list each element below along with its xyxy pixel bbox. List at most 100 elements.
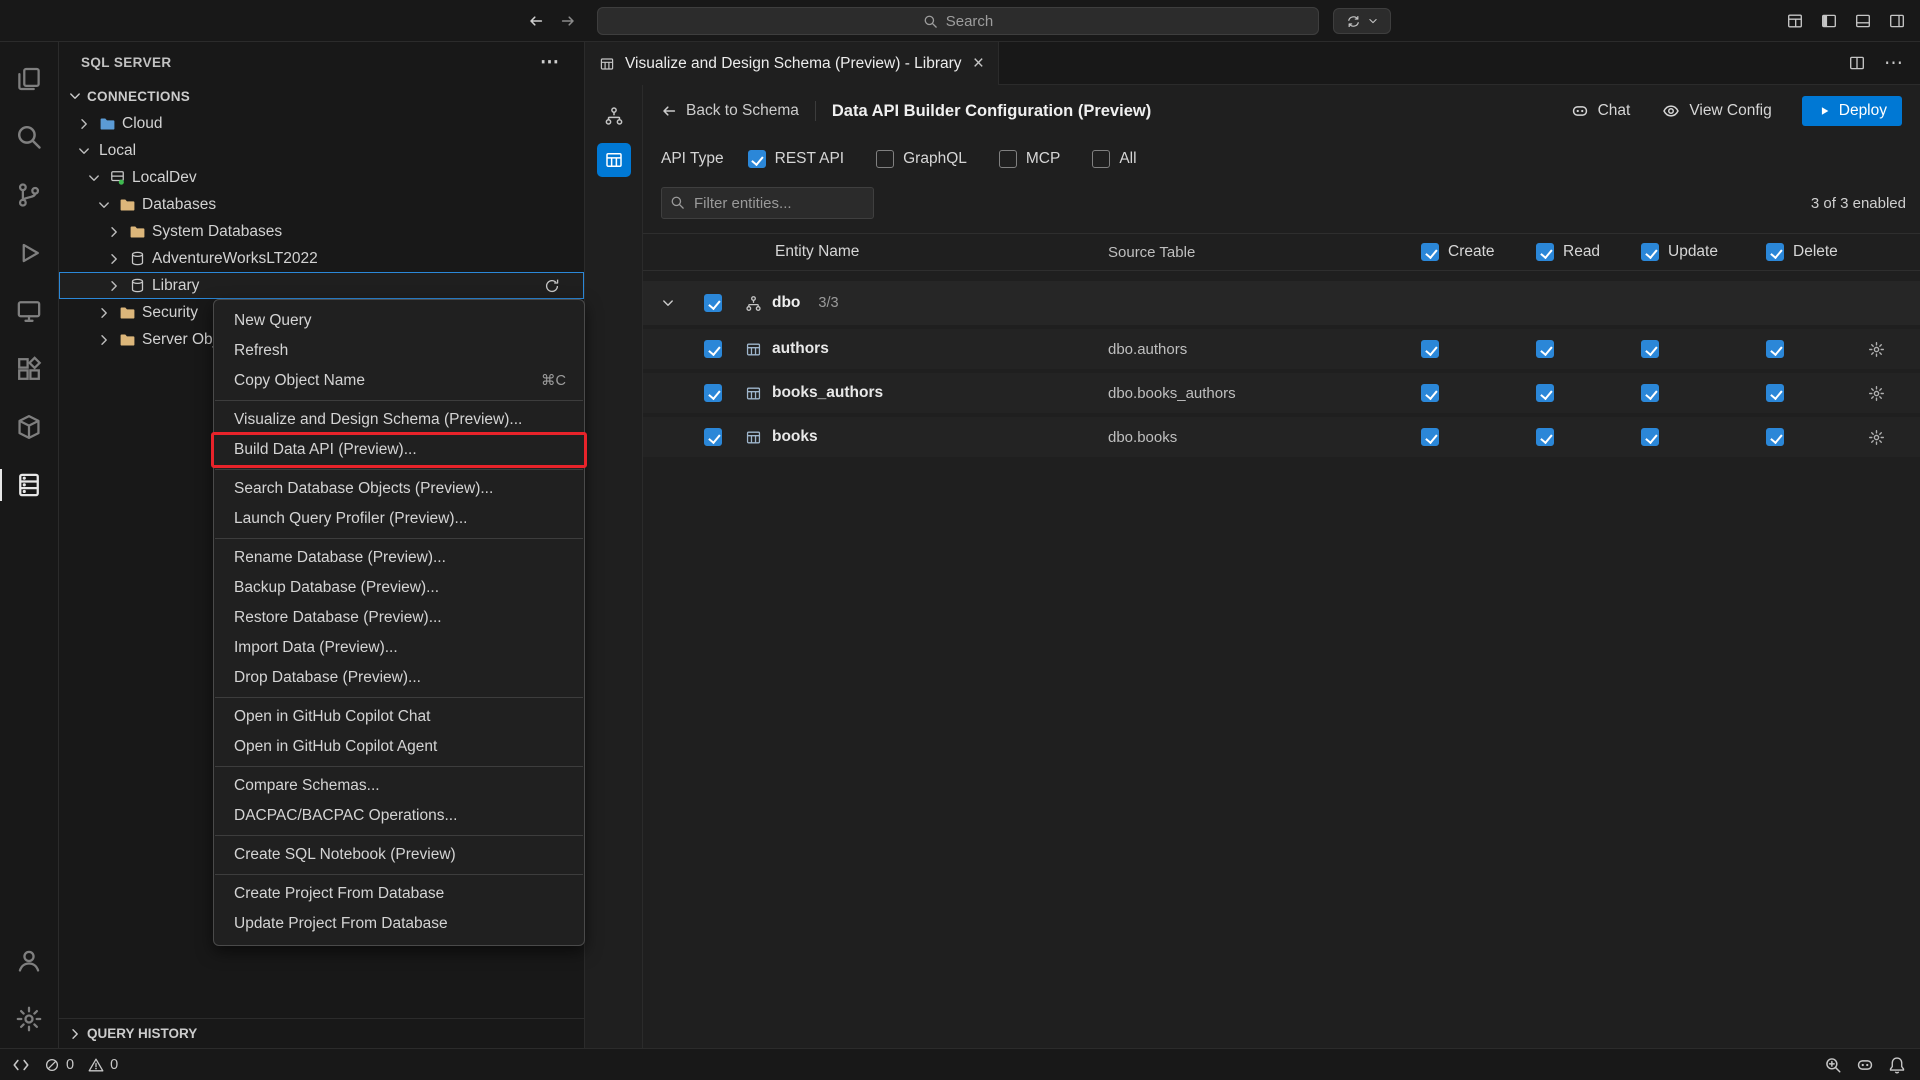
connections-section-header[interactable]: CONNECTIONS	[59, 82, 584, 110]
chevron-down-icon[interactable]	[643, 295, 692, 311]
editor-more-actions[interactable]: ⋯	[1884, 52, 1904, 75]
menu-item-import-data[interactable]: Import Data (Preview)...	[214, 633, 584, 663]
group-checkbox[interactable]	[704, 294, 722, 312]
menu-item-open-copilot-agent[interactable]: Open in GitHub Copilot Agent	[214, 732, 584, 762]
create-checkbox[interactable]	[1421, 384, 1439, 402]
copilot-agent-button[interactable]	[1333, 8, 1391, 34]
remote-indicator-icon[interactable]	[12, 1056, 30, 1074]
database-projects-icon[interactable]	[0, 398, 59, 456]
toggle-panel-icon[interactable]	[1854, 12, 1872, 30]
entity-row-books[interactable]: books dbo.books	[643, 417, 1920, 457]
tree-item-localdev[interactable]: LocalDev	[59, 164, 584, 191]
create-checkbox[interactable]	[1421, 340, 1439, 358]
api-type-rest-checkbox[interactable]: REST API	[748, 150, 845, 168]
menu-item-open-copilot-chat[interactable]: Open in GitHub Copilot Chat	[214, 702, 584, 732]
copilot-status-icon[interactable]	[1856, 1056, 1874, 1074]
menu-item-dacpac-bacpac-operations[interactable]: DACPAC/BACPAC Operations...	[214, 801, 584, 831]
menu-item-create-project-from-database[interactable]: Create Project From Database	[214, 879, 584, 909]
api-type-graphql-checkbox[interactable]: GraphQL	[876, 150, 967, 168]
close-tab-icon[interactable]: ×	[973, 54, 984, 73]
checkbox[interactable]	[748, 150, 766, 168]
api-type-mcp-checkbox[interactable]: MCP	[999, 150, 1060, 168]
schema-diagram-view-button[interactable]	[597, 99, 631, 133]
menu-item-refresh[interactable]: Refresh	[214, 336, 584, 366]
chevron-right-icon[interactable]	[95, 305, 113, 321]
row-settings-gear-icon[interactable]	[1860, 429, 1920, 446]
notifications-bell-icon[interactable]	[1888, 1056, 1906, 1074]
menu-item-launch-query-profiler[interactable]: Launch Query Profiler (Preview)...	[214, 504, 584, 534]
api-type-all-checkbox[interactable]: All	[1092, 150, 1136, 168]
menu-item-copy-object-name[interactable]: Copy Object Name ⌘C	[214, 366, 584, 396]
delete-checkbox[interactable]	[1766, 384, 1784, 402]
tab-visualize-design-schema[interactable]: Visualize and Design Schema (Preview) - …	[585, 42, 999, 85]
menu-item-create-sql-notebook[interactable]: Create SQL Notebook (Preview)	[214, 840, 584, 870]
update-checkbox[interactable]	[1641, 384, 1659, 402]
read-checkbox[interactable]	[1536, 340, 1554, 358]
toggle-secondary-sidebar-icon[interactable]	[1888, 12, 1906, 30]
delete-all-checkbox[interactable]	[1766, 243, 1784, 261]
menu-item-restore-database[interactable]: Restore Database (Preview)...	[214, 603, 584, 633]
account-icon[interactable]	[0, 932, 59, 990]
filter-entities-input[interactable]	[661, 187, 874, 219]
chevron-right-icon[interactable]	[95, 332, 113, 348]
delete-checkbox[interactable]	[1766, 340, 1784, 358]
extensions-icon[interactable]	[0, 340, 59, 398]
tree-item-adventureworkslt2022[interactable]: AdventureWorksLT2022	[59, 245, 584, 272]
menu-item-rename-database[interactable]: Rename Database (Preview)...	[214, 543, 584, 573]
run-debug-icon[interactable]	[0, 224, 59, 282]
read-checkbox[interactable]	[1536, 428, 1554, 446]
menu-item-compare-schemas[interactable]: Compare Schemas...	[214, 771, 584, 801]
chat-button[interactable]: Chat	[1571, 102, 1631, 120]
tree-item-library[interactable]: Library	[59, 272, 584, 299]
data-api-config-view-button[interactable]	[597, 143, 631, 177]
create-all-checkbox[interactable]	[1421, 243, 1439, 261]
row-checkbox[interactable]	[704, 428, 722, 446]
read-all-checkbox[interactable]	[1536, 243, 1554, 261]
forward-icon[interactable]	[560, 13, 576, 29]
deploy-button[interactable]: Deploy	[1802, 96, 1902, 126]
chevron-right-icon[interactable]	[105, 278, 123, 294]
sql-server-icon[interactable]	[0, 456, 59, 514]
command-center-search[interactable]: Search	[597, 7, 1319, 35]
row-checkbox[interactable]	[704, 340, 722, 358]
back-icon[interactable]	[528, 13, 544, 29]
refresh-icon[interactable]	[544, 278, 560, 294]
chevron-down-icon[interactable]	[95, 197, 113, 213]
row-settings-gear-icon[interactable]	[1860, 385, 1920, 402]
chevron-right-icon[interactable]	[105, 224, 123, 240]
tree-item-cloud[interactable]: Cloud	[59, 110, 584, 137]
chevron-right-icon[interactable]	[75, 116, 93, 132]
delete-checkbox[interactable]	[1766, 428, 1784, 446]
update-checkbox[interactable]	[1641, 340, 1659, 358]
entity-row-books-authors[interactable]: books_authors dbo.books_authors	[643, 373, 1920, 413]
view-config-button[interactable]: View Config	[1662, 102, 1771, 120]
tree-item-system-databases[interactable]: System Databases	[59, 218, 584, 245]
tree-item-local[interactable]: Local	[59, 137, 584, 164]
create-checkbox[interactable]	[1421, 428, 1439, 446]
schema-group-row-dbo[interactable]: dbo 3/3	[643, 281, 1920, 325]
menu-item-search-database-objects[interactable]: Search Database Objects (Preview)...	[214, 474, 584, 504]
menu-item-backup-database[interactable]: Backup Database (Preview)...	[214, 573, 584, 603]
tree-item-databases[interactable]: Databases	[59, 191, 584, 218]
search-sidebar-icon[interactable]	[0, 108, 59, 166]
menu-item-update-project-from-database[interactable]: Update Project From Database	[214, 909, 584, 939]
entity-row-authors[interactable]: authors dbo.authors	[643, 329, 1920, 369]
update-all-checkbox[interactable]	[1641, 243, 1659, 261]
row-checkbox[interactable]	[704, 384, 722, 402]
menu-item-build-data-api[interactable]: Build Data API (Preview)...	[214, 435, 584, 465]
menu-item-visualize-design-schema[interactable]: Visualize and Design Schema (Preview)...	[214, 405, 584, 435]
problems-warnings[interactable]: 0	[88, 1057, 118, 1073]
read-checkbox[interactable]	[1536, 384, 1554, 402]
checkbox[interactable]	[999, 150, 1017, 168]
chevron-down-icon[interactable]	[75, 143, 93, 159]
back-to-schema-button[interactable]: Back to Schema	[661, 102, 799, 120]
source-control-icon[interactable]	[0, 166, 59, 224]
checkbox[interactable]	[1092, 150, 1110, 168]
checkbox[interactable]	[876, 150, 894, 168]
toggle-sidebar-icon[interactable]	[1820, 12, 1838, 30]
problems-errors[interactable]: 0	[44, 1057, 74, 1073]
remote-explorer-icon[interactable]	[0, 282, 59, 340]
menu-item-drop-database[interactable]: Drop Database (Preview)...	[214, 663, 584, 693]
chevron-down-icon[interactable]	[85, 170, 103, 186]
settings-gear-icon[interactable]	[0, 990, 59, 1048]
